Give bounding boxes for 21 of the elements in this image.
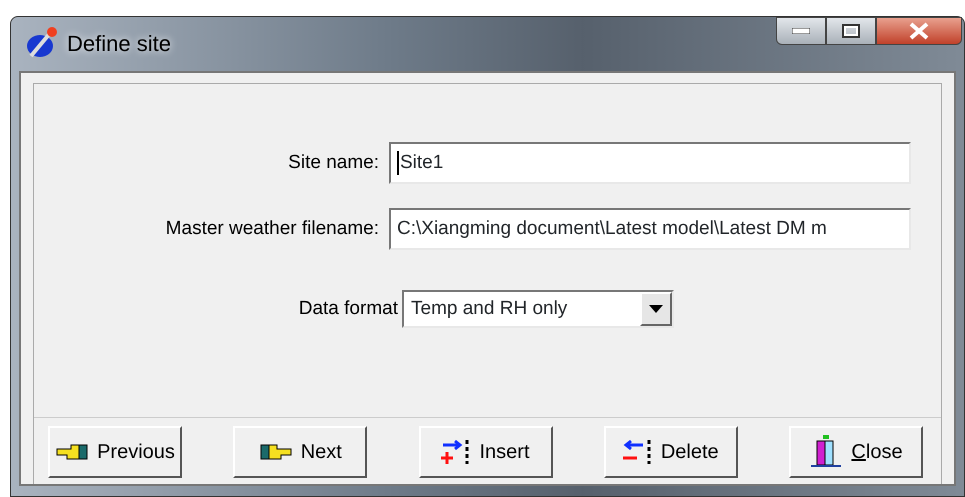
input-field[interactable]: Site1: [389, 142, 911, 184]
close-icon: [908, 22, 930, 40]
window-title: Define site: [67, 30, 171, 58]
dialog-button[interactable]: Next: [233, 426, 368, 478]
field-label: Site name:: [287, 150, 380, 175]
minimize-button[interactable]: [776, 17, 826, 45]
field-label: Data format: [298, 296, 399, 321]
input-field[interactable]: C:\Xiangming document\Latest model\Latest DM m: [389, 208, 911, 250]
door-icon: [809, 435, 844, 469]
dialog-button[interactable]: Delete: [604, 426, 738, 478]
delete-arrow-icon: [622, 438, 653, 466]
maximize-icon: [842, 24, 860, 38]
insert-arrow-icon: [441, 438, 472, 466]
minimize-icon: [792, 28, 810, 34]
close-window-button[interactable]: [876, 17, 962, 45]
maximize-button[interactable]: [826, 17, 876, 45]
dialog-button[interactable]: Previous: [48, 426, 182, 478]
dialog-button[interactable]: Insert: [418, 426, 552, 478]
dropdown-field[interactable]: Temp and RH only: [402, 290, 674, 328]
dialog-button[interactable]: Close: [789, 426, 923, 478]
field-label: Master weather filename:: [164, 216, 380, 241]
